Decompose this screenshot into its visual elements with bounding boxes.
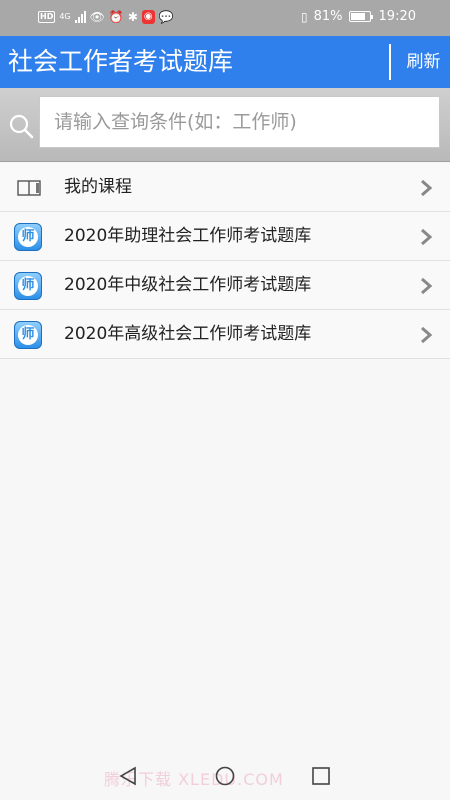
list-item-label: 2020年助理社会工作师考试题库 [64, 226, 312, 246]
app-icon: 师 [14, 223, 42, 251]
battery-icon [348, 11, 373, 22]
bluetooth-icon: ✱ [127, 10, 138, 24]
app-notification-icon: ◉ [141, 10, 155, 24]
hd-badge: HD [38, 11, 56, 23]
search-icon[interactable] [8, 113, 34, 139]
chevron-right-icon [421, 277, 432, 295]
system-nav-bar: 腾乐下载 XLEDU.COM [0, 752, 450, 800]
vibrate-icon: ▯ [301, 9, 308, 24]
status-bar: HD 4G 👁 ⏰ ✱ ◉ 💬 ▯ 81% 19:20 [0, 0, 450, 36]
list-item-label: 我的课程 [64, 177, 132, 197]
status-left: HD 4G 👁 ⏰ ✱ ◉ 💬 [38, 10, 174, 24]
eye-icon: 👁 [89, 10, 105, 24]
header-divider [389, 44, 391, 80]
battery-percent: 81% [313, 9, 343, 24]
list-item-my-courses[interactable]: 我的课程 [0, 163, 450, 212]
recent-apps-icon[interactable] [311, 766, 331, 786]
chevron-right-icon [421, 179, 432, 197]
page-title: 社会工作者考试题库 [8, 47, 234, 76]
home-icon[interactable] [215, 766, 235, 786]
app-icon-text: 师 [18, 276, 38, 296]
search-input[interactable] [39, 96, 440, 148]
back-icon[interactable] [118, 766, 138, 786]
network-type: 4G [59, 12, 71, 21]
list-item-intermediate-social-worker[interactable]: 师 2020年中级社会工作师考试题库 [0, 261, 450, 310]
app-icon: 师 [14, 272, 42, 300]
list-item-label: 2020年高级社会工作师考试题库 [64, 324, 312, 344]
app-bar: 社会工作者考试题库 刷新 [0, 36, 450, 88]
chevron-right-icon [421, 326, 432, 344]
app-icon-text: 师 [18, 227, 38, 247]
refresh-button[interactable]: 刷新 [397, 36, 450, 88]
search-bar [0, 88, 450, 162]
signal-icon [74, 11, 86, 23]
app-icon-text: 师 [18, 325, 38, 345]
clock: 19:20 [378, 9, 416, 24]
app-icon: 师 [14, 321, 42, 349]
list-item-label: 2020年中级社会工作师考试题库 [64, 275, 312, 295]
list-item-assistant-social-worker[interactable]: 师 2020年助理社会工作师考试题库 [0, 212, 450, 261]
course-list: 我的课程 师 2020年助理社会工作师考试题库 师 2020年中级社会工作师考试… [0, 163, 450, 359]
chevron-right-icon [421, 228, 432, 246]
chat-icon: 💬 [158, 10, 174, 24]
alarm-icon: ⏰ [108, 10, 124, 24]
book-icon [17, 180, 41, 196]
list-item-senior-social-worker[interactable]: 师 2020年高级社会工作师考试题库 [0, 310, 450, 359]
status-right: ▯ 81% 19:20 [301, 9, 416, 24]
